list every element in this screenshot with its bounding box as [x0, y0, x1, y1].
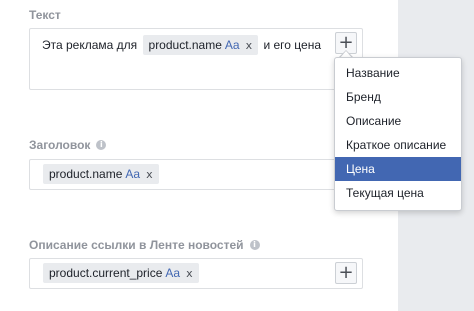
- text-token[interactable]: product.name Aa x: [142, 35, 259, 55]
- info-icon[interactable]: i: [96, 139, 107, 150]
- field-dropdown-menu: Название Бренд Описание Краткое описание…: [334, 57, 462, 211]
- dropdown-item-brand[interactable]: Бренд: [335, 85, 461, 109]
- case-toggle[interactable]: Aa: [225, 38, 240, 52]
- case-toggle[interactable]: Aa: [125, 167, 140, 181]
- dropdown-item-description[interactable]: Описание: [335, 109, 461, 133]
- remove-token-button[interactable]: x: [186, 267, 193, 280]
- headline-section-label: Заголовок i: [29, 138, 107, 152]
- dropdown-item-current-price[interactable]: Текущая цена: [335, 181, 461, 205]
- text-section-label: Текст: [29, 8, 61, 22]
- dropdown-item-price[interactable]: Цена: [335, 157, 461, 181]
- link-description-field[interactable]: product.current_price Aa x +: [29, 258, 363, 289]
- text-field[interactable]: Эта реклама для product.name Aa x и его це…: [29, 28, 363, 90]
- link-description-token[interactable]: product.current_price Aa x: [43, 263, 199, 283]
- text-prefix: Эта реклама для: [42, 38, 138, 52]
- token-label: product.current_price: [49, 266, 163, 280]
- dropdown-item-short-description[interactable]: Краткое описание: [335, 133, 461, 157]
- case-toggle[interactable]: Aa: [165, 266, 180, 280]
- token-label: product.name: [148, 38, 222, 52]
- remove-token-button[interactable]: x: [246, 39, 253, 52]
- dropdown-item-name[interactable]: Название: [335, 61, 461, 85]
- headline-field[interactable]: product.name Aa x: [29, 159, 363, 190]
- info-icon[interactable]: i: [249, 239, 260, 250]
- token-label: product.name: [49, 167, 123, 181]
- headline-token[interactable]: product.name Aa x: [43, 164, 159, 184]
- link-description-section-label: Описание ссылки в Ленте новостей i: [29, 238, 260, 252]
- text-suffix: и его цена: [263, 38, 321, 52]
- remove-token-button[interactable]: x: [146, 168, 153, 181]
- add-field-button[interactable]: +: [335, 262, 357, 284]
